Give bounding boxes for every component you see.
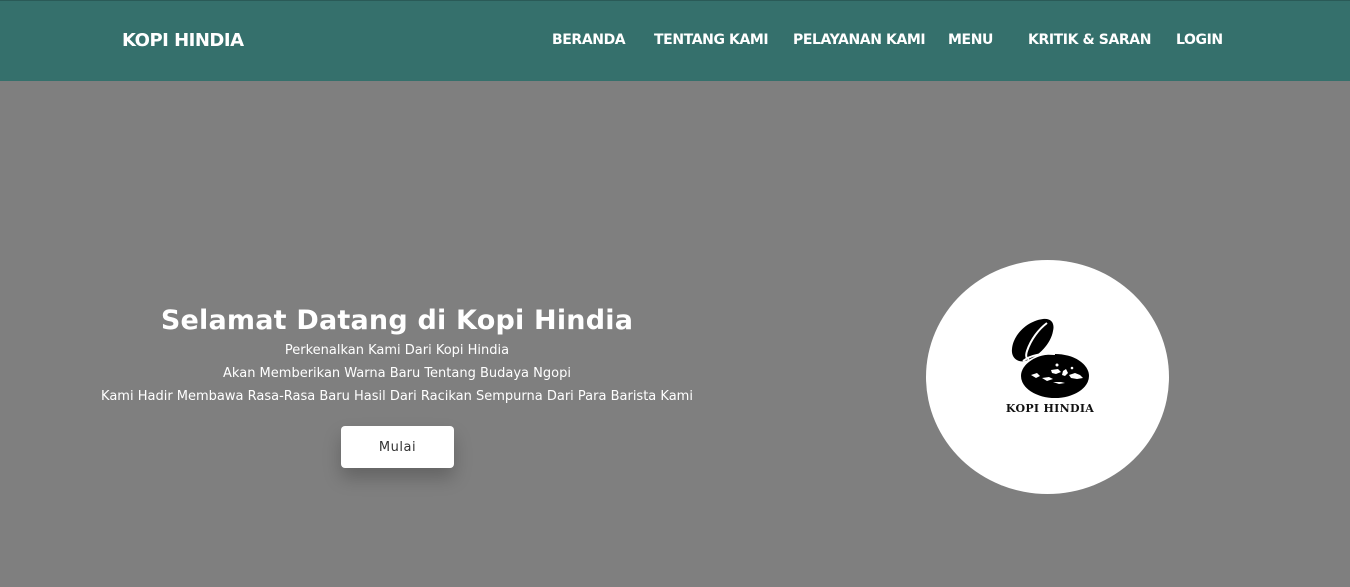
hero-subtitle-line-3: Kami Hadir Membawa Rasa-Rasa Baru Hasil … [101, 389, 693, 404]
nav-kritik-saran[interactable]: KRITIK & SARAN [1028, 32, 1151, 48]
hero-text-block: Selamat Datang di Kopi Hindia Perkenalka… [97, 303, 697, 408]
nav-beranda[interactable]: BERANDA [552, 32, 626, 48]
start-button[interactable]: Mulai [341, 426, 454, 468]
hero-subtitle-line-2: Akan Memberikan Warna Baru Tentang Buday… [223, 366, 571, 381]
coffee-bean-indonesia-map-logo-icon [1011, 318, 1089, 398]
hero-section: Selamat Datang di Kopi Hindia Perkenalka… [0, 81, 1350, 587]
logo-text: KOPI HINDIA [1005, 402, 1095, 415]
hero-title: Selamat Datang di Kopi Hindia [160, 305, 634, 336]
main-nav: BERANDA TENTANG KAMI PELAYANAN KAMI MENU… [0, 32, 1350, 52]
nav-menu[interactable]: MENU [948, 32, 993, 48]
hero-subtitle-line-1: Perkenalkan Kami Dari Kopi Hindia [284, 343, 510, 358]
top-navbar: KOPI HINDIA BERANDA TENTANG KAMI PELAYAN… [0, 0, 1350, 81]
nav-login[interactable]: LOGIN [1176, 32, 1223, 48]
nav-tentang-kami[interactable]: TENTANG KAMI [654, 32, 769, 48]
nav-pelayanan-kami[interactable]: PELAYANAN KAMI [793, 32, 926, 48]
